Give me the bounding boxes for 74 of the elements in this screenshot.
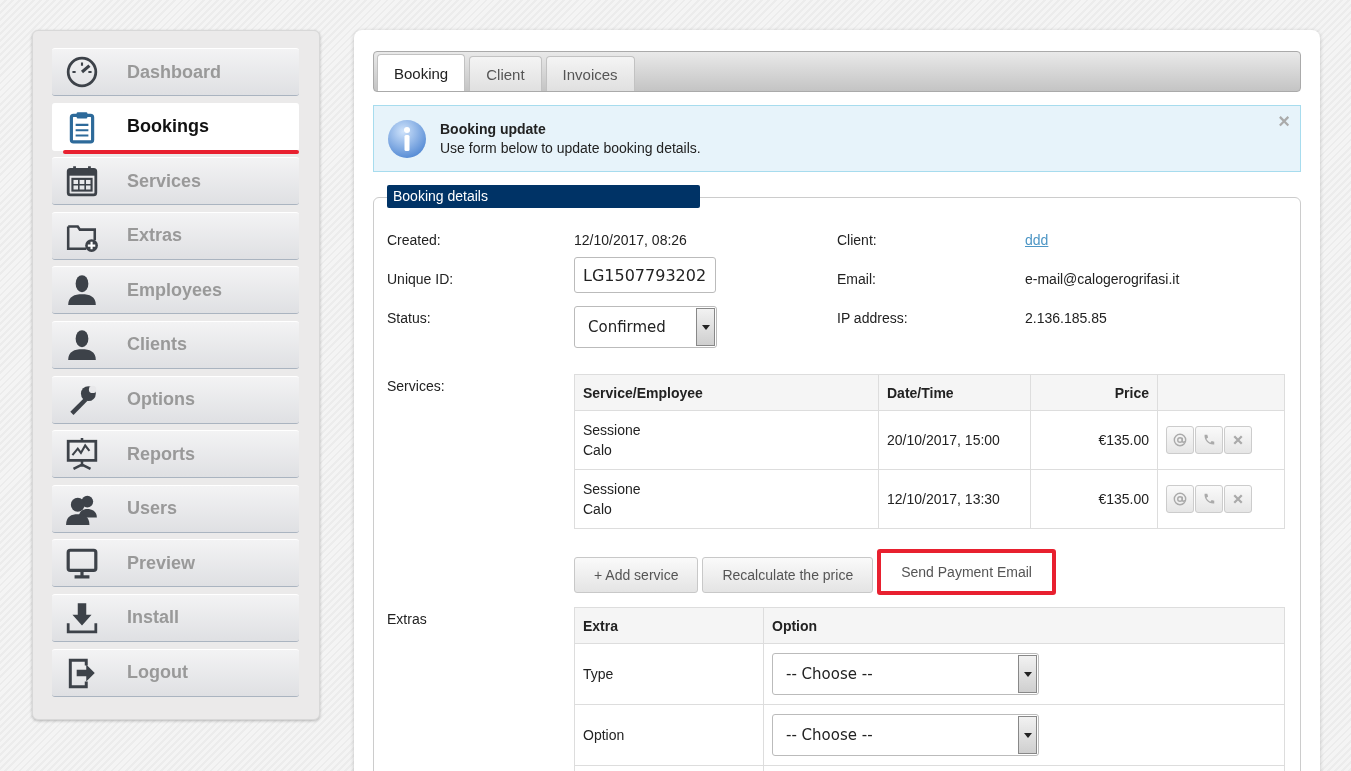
option-dropdown[interactable]: -- Choose -- [772, 653, 1039, 695]
sidebar-item[interactable]: Extras [52, 211, 299, 260]
section-label: Extras [387, 610, 428, 629]
field-label: IP address: [837, 309, 909, 326]
phone-icon [1202, 433, 1216, 447]
tab[interactable]: Booking [377, 54, 466, 91]
sidebar-item[interactable]: Reports [52, 430, 299, 479]
field-label: Unique ID: [387, 270, 455, 287]
action-button[interactable]: Recalculate the price [702, 556, 874, 593]
field-value: 2.136.185.85 [1025, 309, 1107, 326]
gauge-icon [65, 55, 99, 89]
table-cell: €135.00 [1030, 469, 1158, 529]
table-cell: Option [574, 704, 764, 766]
delete-button[interactable] [1224, 485, 1252, 513]
notice-text: Use form below to update booking details. [440, 138, 701, 158]
table-cell: 12/10/2017, 13:30 [878, 469, 1031, 529]
call-button[interactable] [1195, 485, 1223, 513]
field-label: Created: [387, 231, 442, 248]
sidebar-item[interactable]: Preview [52, 539, 299, 588]
phone-icon [1202, 492, 1216, 506]
chart-board-icon [65, 437, 99, 472]
email-button[interactable] [1166, 426, 1194, 454]
table-cell: Sessione Calo [574, 410, 879, 470]
caret-icon [701, 324, 710, 330]
close-icon [1232, 493, 1244, 505]
delete-button[interactable] [1224, 426, 1252, 454]
section-legend: Booking details [387, 185, 700, 208]
close-icon [1232, 434, 1244, 446]
caret-icon [1023, 732, 1032, 738]
tab[interactable]: Client [469, 56, 542, 91]
field-value: e-mail@calogerogrifasi.it [1025, 270, 1180, 287]
action-button[interactable]: Send Payment Email [877, 549, 1056, 595]
download-icon [65, 600, 99, 635]
info-icon [387, 118, 427, 159]
sidebar-item[interactable]: Bookings [52, 102, 299, 151]
at-sign-icon [1173, 433, 1187, 447]
table-cell: Sessione Calo [574, 469, 879, 529]
email-button[interactable] [1166, 485, 1194, 513]
section-label: Services: [387, 377, 446, 396]
sidebar-item[interactable]: Logout [52, 648, 299, 697]
person-icon [65, 273, 99, 308]
column-header: Date/Time [878, 374, 1031, 411]
call-button[interactable] [1195, 426, 1223, 454]
tab[interactable]: Invoices [545, 56, 635, 91]
unique-id-field[interactable]: LG1507793202 [574, 257, 716, 293]
field-label: Client: [837, 231, 878, 248]
monitor-icon [65, 546, 99, 581]
column-header: Option [763, 607, 1285, 644]
table-cell: Type [574, 643, 764, 705]
field-value: 12/10/2017, 08:26 [574, 231, 687, 248]
sidebar-item[interactable]: Install [52, 593, 299, 642]
notice-title: Booking update [440, 119, 546, 139]
sidebar-item[interactable]: Users [52, 484, 299, 533]
table-cell: €135.00 [1030, 410, 1158, 470]
column-header: Service/Employee [574, 374, 879, 411]
sidebar-item[interactable]: Services [52, 157, 299, 206]
sidebar-item[interactable]: Employees [52, 266, 299, 315]
sidebar-item[interactable]: Clients [52, 320, 299, 369]
column-header: Extra [574, 607, 764, 644]
client-link[interactable]: ddd [1025, 228, 1049, 248]
action-button[interactable]: + Add service [574, 556, 699, 593]
table-cell: 20/10/2017, 15:00 [878, 410, 1031, 470]
sidebar-item[interactable]: Options [52, 375, 299, 424]
column-header: Price [1030, 374, 1158, 411]
caret-icon [1023, 671, 1032, 677]
field-label: Status: [387, 309, 432, 326]
person-icon [65, 327, 99, 362]
status-dropdown[interactable]: Confirmed [574, 306, 717, 348]
option-dropdown[interactable]: -- Choose -- [772, 714, 1039, 756]
close-button[interactable]: × [1278, 110, 1290, 133]
sidebar-item[interactable]: Dashboard [52, 48, 299, 96]
field-label: Email: [837, 270, 877, 287]
at-sign-icon [1173, 492, 1187, 506]
calendar-icon [65, 164, 99, 199]
